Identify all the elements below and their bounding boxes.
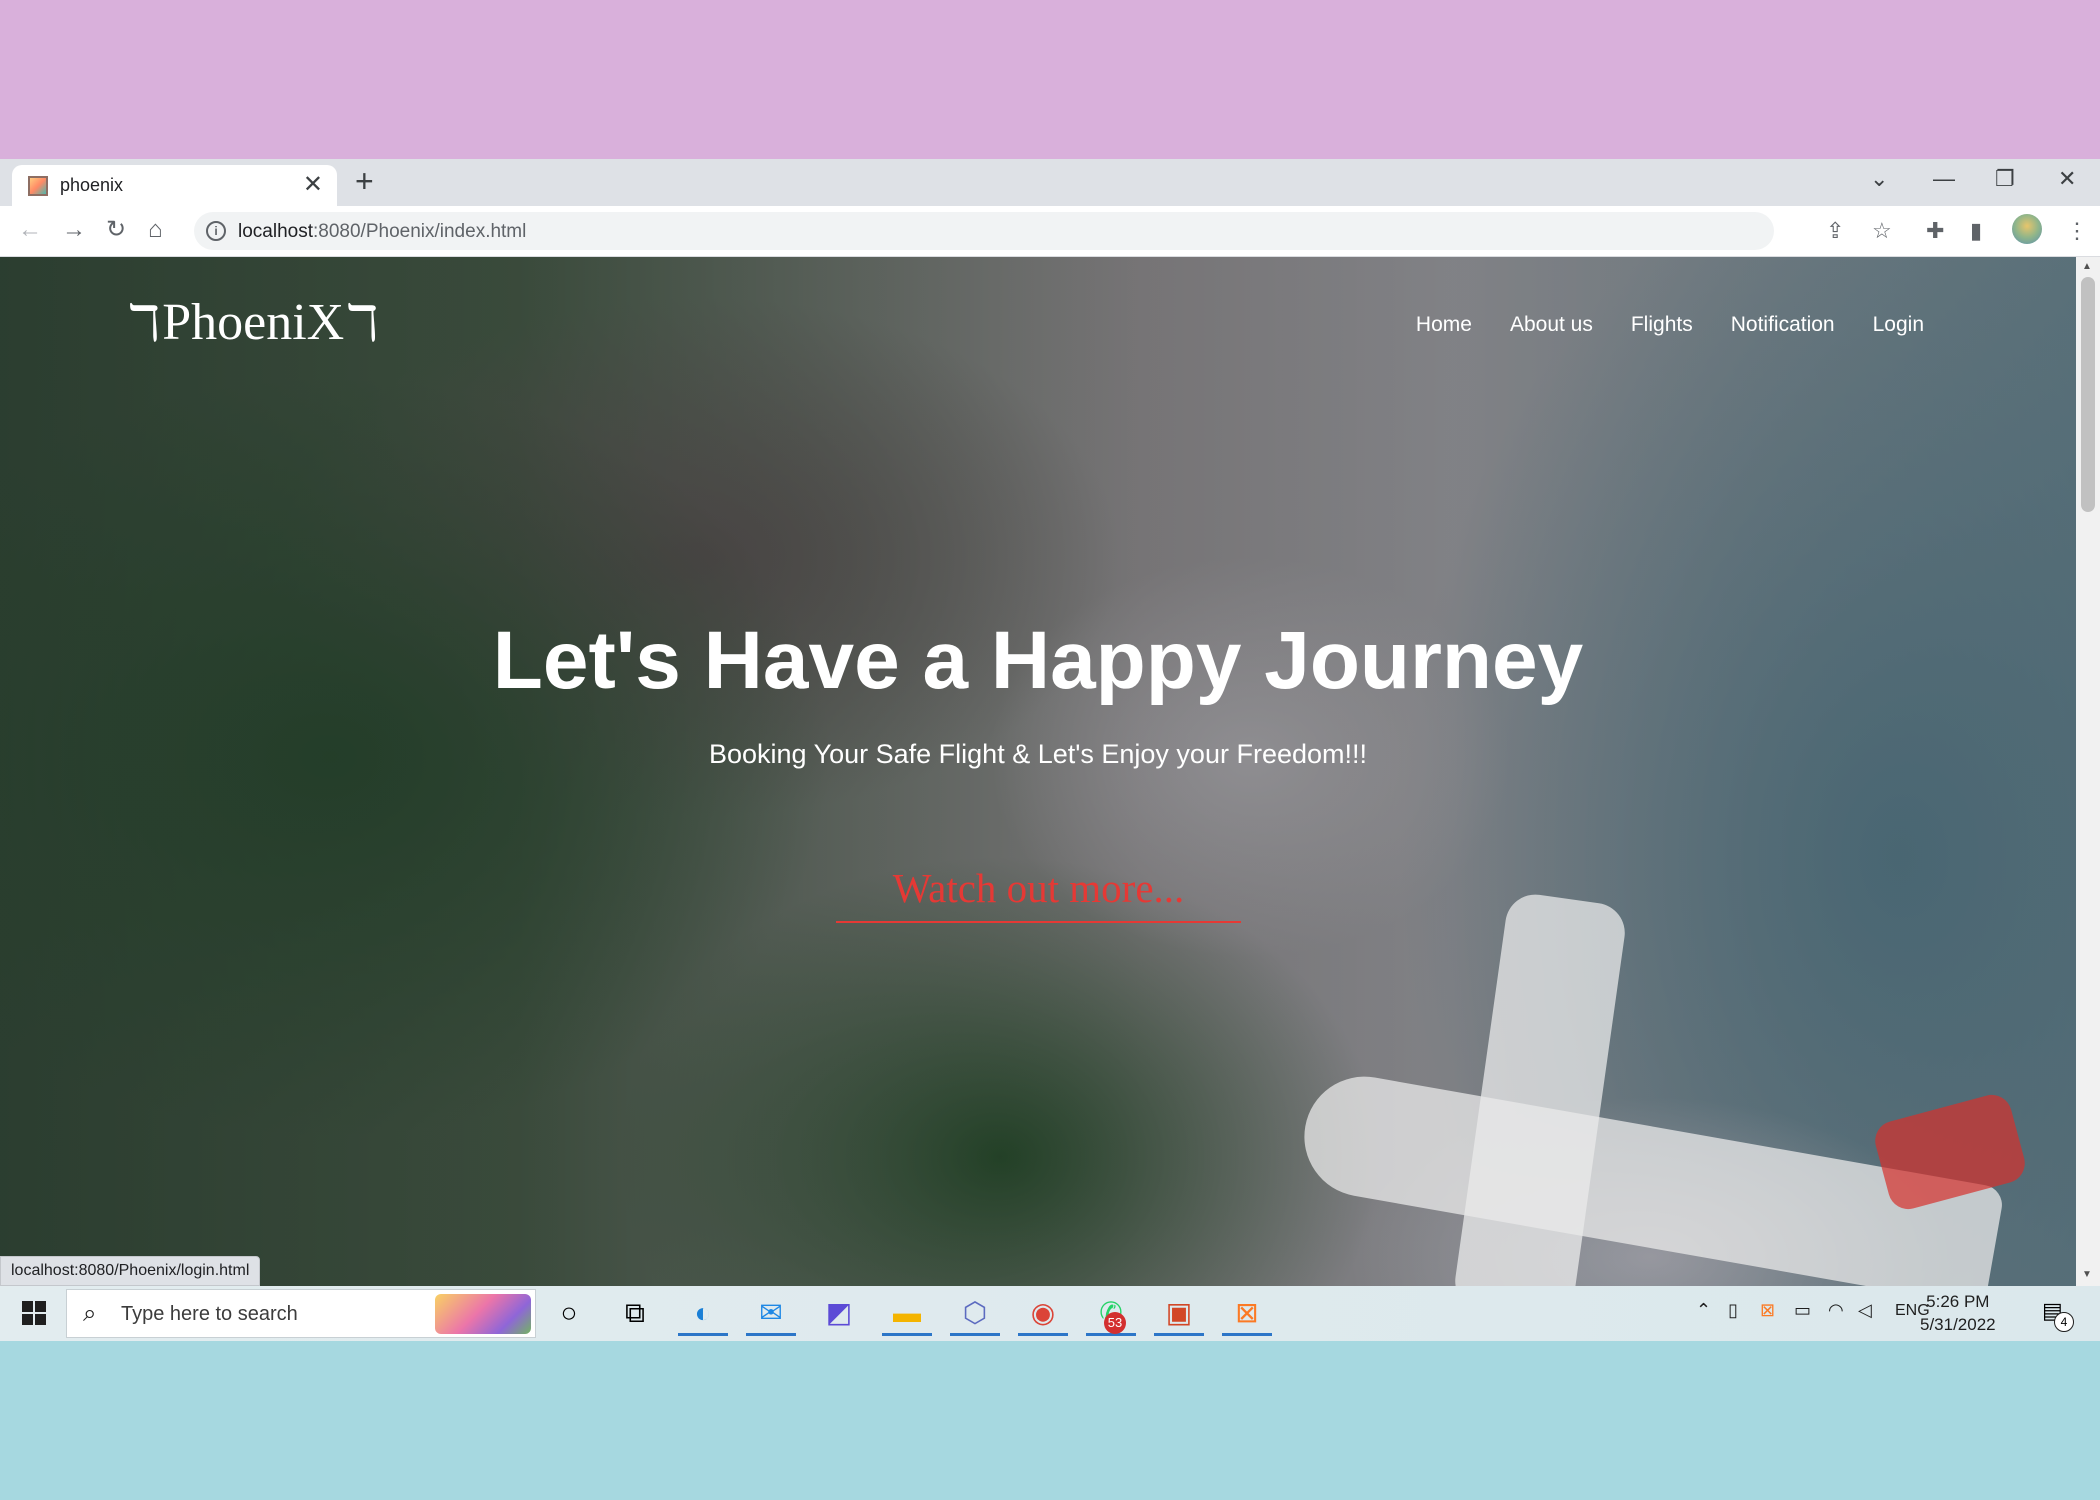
device-icon[interactable]: ▯	[1728, 1300, 1738, 1321]
search-highlight-image[interactable]	[435, 1294, 531, 1334]
home-icon[interactable]: ⌂	[148, 216, 163, 244]
search-placeholder: Type here to search	[121, 1303, 298, 1325]
file-explorer-icon[interactable]: ▬	[882, 1294, 932, 1336]
url-text[interactable]: localhost:8080/Phoenix/index.html	[238, 221, 526, 243]
bookmark-star-icon[interactable]: ☆	[1872, 218, 1892, 244]
clock[interactable]: 5:26 PM 5/31/2022	[1920, 1290, 1996, 1336]
browser-window: phoenix ✕ + ⌄ — ❐ ✕ ← → ↻ ⌂ i localhost:…	[0, 159, 2100, 1286]
windows-start-icon[interactable]	[22, 1301, 46, 1325]
logo-text: PhoeniX	[162, 294, 345, 351]
share-icon[interactable]: ⇪	[1826, 218, 1844, 244]
side-panel-icon[interactable]: ▮	[1970, 218, 1982, 244]
site-info-icon[interactable]: i	[206, 221, 226, 241]
battery-icon[interactable]: ▭	[1794, 1300, 1811, 1321]
notification-count: 4	[2054, 1312, 2074, 1332]
extensions-icon[interactable]: ✚	[1926, 218, 1944, 244]
clock-date: 5/31/2022	[1920, 1315, 1996, 1334]
hero-image-plane-tail	[1870, 1090, 2030, 1214]
windows-taskbar: ⌕ Type here to search ○ ⧉ ◐ ✉ ◩ ▬ ⬡ ◉ ✆ …	[0, 1286, 2100, 1341]
back-icon[interactable]: ←	[18, 216, 42, 244]
background-top	[0, 0, 2100, 159]
search-icon: ⌕	[83, 1300, 97, 1327]
volume-icon[interactable]: ◁	[1858, 1300, 1872, 1321]
close-window-button[interactable]: ✕	[2058, 165, 2076, 193]
hexagon-app-icon[interactable]: ⬡	[950, 1294, 1000, 1336]
edge-icon[interactable]: ◐	[678, 1294, 728, 1336]
nav-home[interactable]: Home	[1416, 313, 1472, 337]
clock-time: 5:26 PM	[1926, 1292, 1990, 1311]
tab-search-icon[interactable]: ⌄	[1870, 165, 1888, 193]
browser-toolbar: ← → ↻ ⌂ i localhost:8080/Phoenix/index.h…	[0, 206, 2100, 257]
new-tab-button[interactable]: +	[355, 163, 374, 199]
restore-button[interactable]: ❐	[1995, 165, 2015, 193]
scroll-down-arrow-icon[interactable]: ▼	[2082, 1269, 2092, 1280]
chrome-icon[interactable]: ◉	[1018, 1294, 1068, 1336]
show-hidden-icons-icon[interactable]: ⌃	[1696, 1300, 1711, 1321]
logo-right-mark-icon: ℸ	[346, 293, 379, 352]
url-host: localhost	[238, 221, 313, 242]
scroll-up-arrow-icon[interactable]: ▲	[2082, 261, 2092, 272]
nav-about-us[interactable]: About us	[1510, 313, 1593, 337]
site-logo[interactable]: ℸ PhoeniX ℸ	[126, 293, 380, 352]
favicon-icon	[28, 176, 48, 196]
forward-icon[interactable]: →	[62, 216, 86, 244]
logo-left-mark-icon: ℸ	[128, 293, 161, 352]
xampp-icon[interactable]: ⊠	[1222, 1294, 1272, 1336]
powerpoint-icon[interactable]: ▣	[1154, 1294, 1204, 1336]
page-scrollbar[interactable]: ▲ ▼	[2076, 257, 2100, 1286]
link-status-bar: localhost:8080/Phoenix/login.html	[0, 1256, 261, 1286]
nav-login[interactable]: Login	[1873, 313, 1924, 337]
whatsapp-badge: 53	[1104, 1312, 1126, 1334]
wifi-icon[interactable]: ◠	[1828, 1300, 1844, 1321]
app-icon[interactable]: ◩	[814, 1294, 864, 1336]
hero-title: Let's Have a Happy Journey	[492, 615, 1584, 706]
tab-strip: phoenix ✕ + ⌄ — ❐ ✕	[0, 159, 2100, 206]
menu-kebab-icon[interactable]: ⋮	[2066, 218, 2088, 244]
minimize-button[interactable]: —	[1933, 165, 1955, 193]
taskbar-search-box[interactable]: ⌕ Type here to search	[66, 1289, 536, 1338]
background-bottom	[0, 1341, 2100, 1500]
task-view-icon[interactable]: ⧉	[610, 1294, 660, 1336]
profile-avatar[interactable]	[2012, 214, 2042, 244]
reload-icon[interactable]: ↻	[106, 216, 126, 244]
hero-subtitle: Booking Your Safe Flight & Let's Enjoy y…	[708, 739, 1368, 769]
address-bar[interactable]: i localhost:8080/Phoenix/index.html	[194, 212, 1774, 250]
url-path: :8080/Phoenix/index.html	[313, 221, 527, 242]
scrollbar-thumb[interactable]	[2081, 277, 2095, 512]
close-tab-icon[interactable]: ✕	[303, 171, 323, 199]
page-viewport: ℸ PhoeniX ℸ Home About us Flights Notifi…	[0, 257, 2076, 1286]
tab-title: phoenix	[60, 175, 124, 195]
cortana-icon[interactable]: ○	[544, 1294, 594, 1336]
xampp-tray-icon[interactable]: ⊠	[1760, 1300, 1775, 1321]
nav-flights[interactable]: Flights	[1631, 313, 1693, 337]
mail-icon[interactable]: ✉	[746, 1294, 796, 1336]
main-nav: Home About us Flights Notification Login	[1378, 313, 1924, 337]
browser-tab[interactable]: phoenix ✕	[12, 165, 337, 206]
watch-more-button[interactable]: Watch out more...	[836, 855, 1241, 923]
nav-notification[interactable]: Notification	[1731, 313, 1835, 337]
